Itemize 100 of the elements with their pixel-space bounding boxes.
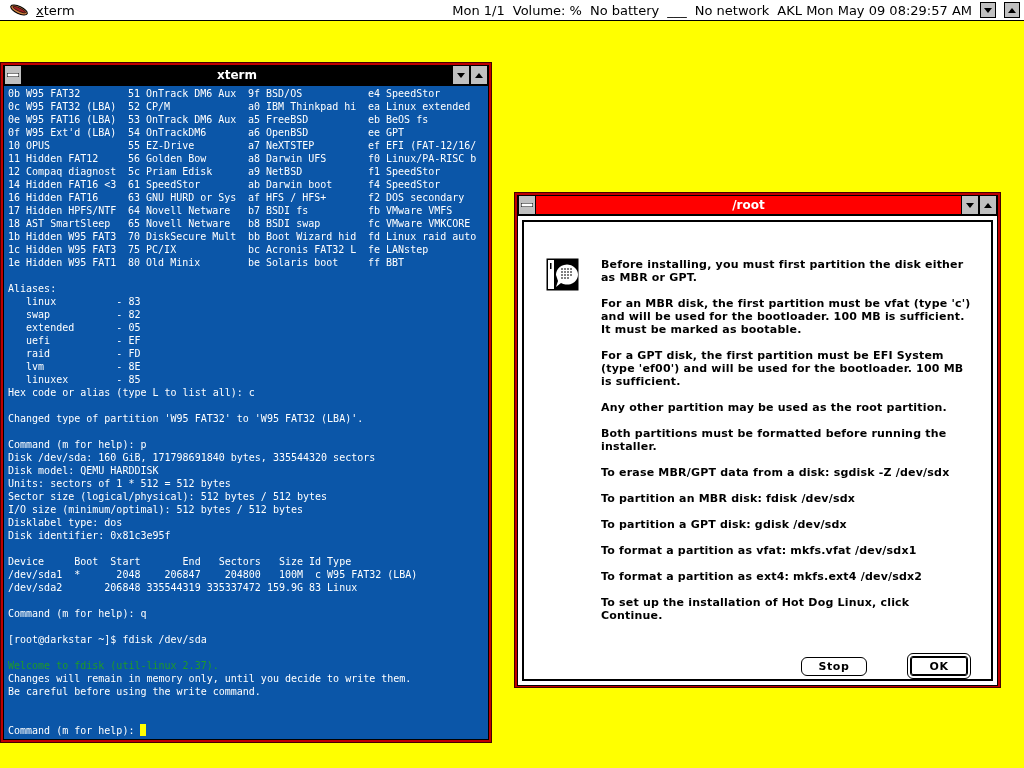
scroll-up-icon bbox=[984, 202, 992, 208]
maximize-button[interactable] bbox=[470, 66, 488, 84]
partition-type: ee GPT bbox=[368, 126, 406, 139]
partition-type: ab Darwin boot bbox=[248, 178, 334, 191]
terminal-line: Disklabel type: dos bbox=[8, 516, 124, 529]
minimize-button[interactable] bbox=[452, 66, 470, 84]
partition-type: fe LANstep bbox=[368, 243, 430, 256]
terminal-line: Aliases: bbox=[8, 282, 58, 295]
partition-type: 16 Hidden FAT16 bbox=[8, 191, 100, 204]
terminal-line: Changed type of partition 'W95 FAT32' to 'W95 FAT32 (LBA)'. bbox=[8, 412, 365, 425]
app-menu[interactable]: xterm bbox=[36, 2, 75, 18]
terminal-line: [root@darkstar ~]$ fdisk /dev/sda bbox=[8, 633, 208, 646]
menu-up-button[interactable] bbox=[1004, 2, 1020, 18]
partition-type: 80 Old Minix bbox=[128, 256, 202, 269]
partition-type: 0f W95 Ext'd (LBA) bbox=[8, 126, 118, 139]
terminal-line: Hex code or alias (type L to list all): c bbox=[8, 386, 256, 399]
dash-icon bbox=[7, 73, 19, 77]
partition-type: fd Linux raid auto bbox=[368, 230, 478, 243]
partition-type: f1 SpeedStor bbox=[368, 165, 442, 178]
terminal-line: lvm - 8E bbox=[25, 360, 142, 373]
message-paragraph: To partition an MBR disk: fdisk /dev/sdx bbox=[601, 492, 857, 505]
scroll-up-icon bbox=[475, 72, 483, 78]
message-icon bbox=[546, 258, 579, 291]
partition-type: e4 SpeedStor bbox=[368, 87, 442, 100]
partition-type: 11 Hidden FAT12 bbox=[8, 152, 100, 165]
terminal-line: Command (m for help): q bbox=[8, 607, 148, 620]
dash-icon bbox=[521, 203, 533, 207]
window-title: xterm bbox=[215, 67, 258, 84]
terminal-line: Disk identifier: 0x81c3e95f bbox=[8, 529, 172, 542]
partition-type: ff BBT bbox=[368, 256, 406, 269]
partition-type: 56 Golden Bow bbox=[128, 152, 208, 165]
status-item: No network bbox=[694, 2, 770, 18]
partition-type: 53 OnTrack DM6 Aux bbox=[128, 113, 238, 126]
terminal-line: I/O size (minimum/optimal): 512 bytes / 512 bytes bbox=[8, 503, 304, 516]
partition-type: 0c W95 FAT32 (LBA) bbox=[8, 100, 118, 113]
partition-type: a6 OpenBSD bbox=[248, 126, 310, 139]
status-item: No battery bbox=[589, 2, 660, 18]
dialog-button[interactable]: Stop bbox=[801, 656, 867, 676]
terminal-line: linux - 83 bbox=[25, 295, 142, 308]
partition-type: 1b Hidden W95 FAT3 bbox=[8, 230, 118, 243]
partition-type: 5c Priam Edisk bbox=[128, 165, 214, 178]
partition-type: bb Boot Wizard hid bbox=[248, 230, 358, 243]
terminal-line: Disk model: QEMU HARDDISK bbox=[8, 464, 160, 477]
minimize-button[interactable] bbox=[961, 196, 979, 214]
status-item: AKL Mon May 09 08:29:57 AM bbox=[777, 2, 972, 18]
partition-type: 70 DiskSecure Mult bbox=[128, 230, 238, 243]
partition-type: 52 CP/M bbox=[128, 100, 172, 113]
status-item: Mon 1/1 bbox=[452, 2, 505, 18]
hot-dog-icon[interactable] bbox=[10, 4, 28, 16]
partition-type: 18 AST SmartSleep bbox=[8, 217, 112, 230]
partition-type: 0b W95 FAT32 bbox=[8, 87, 82, 100]
partition-type: 63 GNU HURD or Sys bbox=[128, 191, 238, 204]
default-button[interactable]: OK bbox=[907, 653, 971, 679]
partition-type: f2 DOS secondary bbox=[368, 191, 466, 204]
status-item: ___ bbox=[667, 2, 687, 18]
terminal-line: Units: sectors of 1 * 512 = 512 bytes bbox=[8, 477, 232, 490]
partition-type: 17 Hidden HPFS/NTF bbox=[8, 204, 118, 217]
partition-type: a9 NetBSD bbox=[248, 165, 304, 178]
maximize-button[interactable] bbox=[979, 196, 997, 214]
partition-type: a8 Darwin UFS bbox=[248, 152, 328, 165]
message-paragraph: To partition a GPT disk: gdisk /dev/sdx bbox=[601, 518, 848, 531]
partition-type: 51 OnTrack DM6 Aux bbox=[128, 87, 238, 100]
window-title: /root bbox=[731, 197, 766, 214]
message-paragraph: To set up the installation of Hot Dog Linux, click Continue. bbox=[601, 596, 911, 622]
partition-type: af HFS / HFS+ bbox=[248, 191, 328, 204]
partition-type: eb BeOS fs bbox=[368, 113, 430, 126]
partition-type: bc Acronis FAT32 L bbox=[248, 243, 358, 256]
partition-type: b7 BSDI fs bbox=[248, 204, 310, 217]
terminal-line: Changes will remain in memory only, until you decide to write them. bbox=[8, 672, 413, 685]
partition-type: f0 Linux/PA-RISC b bbox=[368, 152, 478, 165]
scroll-down-icon bbox=[966, 202, 974, 208]
partition-type: 1c Hidden W95 FAT3 bbox=[8, 243, 118, 256]
partition-type: be Solaris boot bbox=[248, 256, 340, 269]
message-paragraph: Before installing, you must first partition the disk either as MBR or GPT. bbox=[601, 258, 965, 284]
system-menu-button[interactable] bbox=[518, 196, 536, 214]
partition-type: a5 FreeBSD bbox=[248, 113, 310, 126]
partition-type: 55 EZ-Drive bbox=[128, 139, 196, 152]
partition-type: fc VMware VMKCORE bbox=[368, 217, 472, 230]
terminal-line: raid - FD bbox=[25, 347, 142, 360]
partition-type: b8 BSDI swap bbox=[248, 217, 322, 230]
status-item: Volume: % bbox=[512, 2, 582, 18]
partition-type: 61 SpeedStor bbox=[128, 178, 202, 191]
scroll-down-icon bbox=[457, 72, 465, 78]
message-paragraph: Any other partition may be used as the root partition. bbox=[601, 401, 948, 414]
message-paragraph: To format a partition as ext4: mkfs.ext4 /dev/sdx2 bbox=[601, 570, 924, 583]
system-menu-button[interactable] bbox=[4, 66, 22, 84]
terminal-line: extended - 05 bbox=[25, 321, 142, 334]
menu-down-button[interactable] bbox=[980, 2, 996, 18]
cursor bbox=[140, 724, 147, 736]
partition-type: ef EFI (FAT-12/16/ bbox=[368, 139, 478, 152]
partition-type: 10 OPUS bbox=[8, 139, 52, 152]
terminal-line: /dev/sda2 206848 335544319 335337472 159.9G 83 Linux bbox=[8, 581, 359, 594]
message-paragraph: To format a partition as vfat: mkfs.vfat /dev/sdx1 bbox=[601, 544, 918, 557]
partition-type: ea Linux extended bbox=[368, 100, 472, 113]
terminal-line: Device Boot Start End Sectors Size Id Type bbox=[8, 555, 353, 568]
partition-type: a0 IBM Thinkpad hi bbox=[248, 100, 358, 113]
partition-type: 0e W95 FAT16 (LBA) bbox=[8, 113, 118, 126]
partition-type: a7 NeXTSTEP bbox=[248, 139, 316, 152]
terminal-line: Disk /dev/sda: 160 GiB, 171798691840 bytes, 335544320 sectors bbox=[8, 451, 377, 464]
partition-type: 65 Novell Netware bbox=[128, 217, 232, 230]
